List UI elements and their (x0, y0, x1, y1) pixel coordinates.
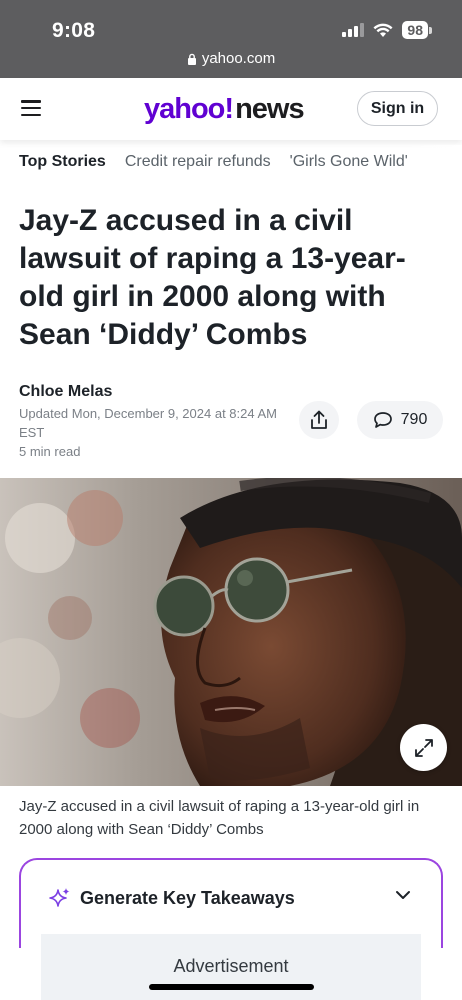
jay-z-portrait-image (0, 478, 462, 786)
battery-level: 98 (402, 21, 428, 39)
key-takeaways-button[interactable]: Generate Key Takeaways (49, 887, 295, 909)
comment-count: 790 (400, 411, 428, 428)
tabs-fade (402, 145, 462, 181)
status-bar: 9:08 98 yahoo.com (0, 0, 462, 78)
comments-button[interactable]: 790 (357, 401, 443, 439)
sparkle-icon (49, 888, 70, 907)
sign-in-button[interactable]: Sign in (357, 91, 438, 126)
photo-caption: Jay-Z accused in a civil lawsuit of rapi… (19, 798, 420, 838)
system-icons: 98 (342, 21, 432, 39)
clock: 9:08 (52, 19, 96, 42)
expand-image-button[interactable] (400, 724, 447, 771)
advertisement-label: Advertisement (173, 956, 289, 976)
article-photo[interactable] (0, 478, 462, 786)
updated-timestamp: Updated Mon, December 9, 2024 at 8:24 AM… (19, 406, 277, 440)
home-indicator[interactable] (149, 984, 314, 990)
share-button[interactable] (299, 401, 339, 439)
key-takeaways-label: Generate Key Takeaways (80, 887, 295, 908)
battery-indicator: 98 (402, 21, 432, 39)
chevron-down-icon[interactable] (395, 890, 411, 900)
menu-icon[interactable] (21, 100, 41, 116)
address-bar[interactable]: yahoo.com (0, 50, 462, 67)
topic-tabs: Top Stories Credit repair refunds 'Girls… (19, 153, 408, 171)
author-name[interactable]: Chloe Melas (19, 383, 112, 401)
site-header: yahoo!news Sign in (0, 78, 462, 140)
share-icon (311, 410, 327, 429)
advertisement-banner[interactable]: Advertisement (41, 934, 421, 1000)
read-time: 5 min read (19, 444, 81, 459)
comment-icon (373, 412, 392, 428)
logo-news: news (235, 93, 305, 125)
url-text: yahoo.com (201, 50, 276, 67)
article-meta: Updated Mon, December 9, 2024 at 8:24 AM… (19, 404, 279, 461)
lock-icon (187, 53, 196, 65)
yahoo-news-logo[interactable]: yahoo!news (144, 92, 305, 126)
expand-icon (414, 738, 433, 757)
cellular-signal-icon (342, 23, 365, 37)
tab-credit-repair-refunds[interactable]: Credit repair refunds (125, 153, 271, 171)
tab-top-stories[interactable]: Top Stories (19, 153, 106, 171)
tab-girls-gone-wild[interactable]: 'Girls Gone Wild' (290, 153, 408, 171)
wifi-icon (373, 23, 393, 37)
logo-yahoo: yahoo! (144, 93, 234, 125)
article-headline: Jay-Z accused in a civil lawsuit of rapi… (19, 204, 406, 351)
